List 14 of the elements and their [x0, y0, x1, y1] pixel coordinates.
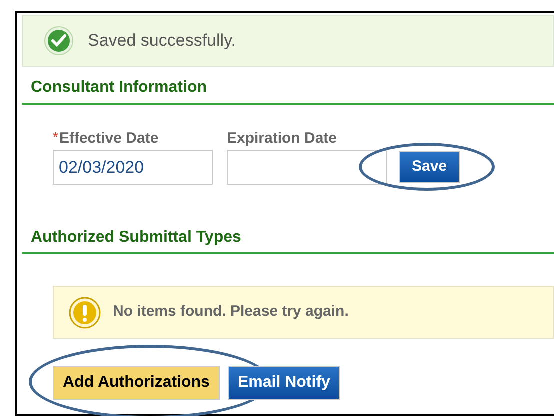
- required-asterisk: *: [53, 130, 58, 144]
- checkmark-icon: [44, 26, 74, 56]
- action-button[interactable]: Add Authorizations: [53, 366, 220, 400]
- field-label: Expiration Date: [227, 130, 338, 148]
- date-field[interactable]: [227, 150, 387, 185]
- save-button[interactable]: Save: [399, 151, 460, 183]
- section-heading: Authorized Submittal Types: [31, 228, 242, 248]
- section-heading: Consultant Information: [31, 78, 208, 98]
- field-label: Effective Date: [59, 130, 159, 148]
- action-button[interactable]: Email Notify: [228, 366, 340, 400]
- warning-message: No items found. Please try again.: [113, 302, 349, 322]
- exclamation-icon: [69, 296, 101, 328]
- date-field[interactable]: 02/03/2020: [53, 150, 213, 185]
- success-message: Saved successfully.: [88, 30, 236, 52]
